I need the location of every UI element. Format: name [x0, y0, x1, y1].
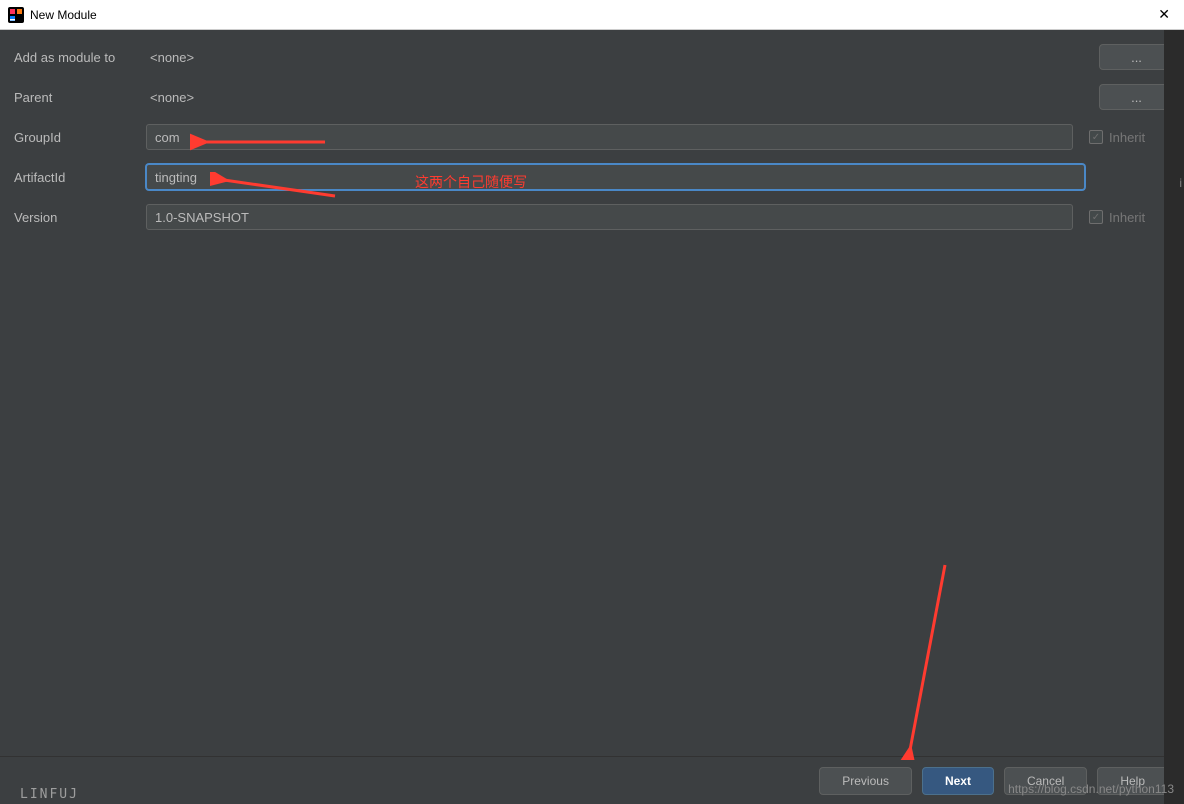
version-input[interactable]	[146, 204, 1073, 230]
version-inherit-label: Inherit	[1109, 210, 1145, 225]
dialog-body: Add as module to <none> ... Parent <none…	[0, 30, 1184, 756]
groupid-inherit-label: Inherit	[1109, 130, 1145, 145]
browse-parent-button[interactable]: ...	[1099, 84, 1174, 110]
row-add-as-module: Add as module to <none> ...	[14, 44, 1174, 70]
close-icon[interactable]: ✕	[1152, 4, 1176, 25]
version-inherit-group: ✓ Inherit	[1089, 210, 1174, 225]
groupid-input[interactable]	[146, 124, 1073, 150]
add-as-module-value: <none>	[146, 50, 1095, 65]
groupid-inherit-checkbox[interactable]: ✓	[1089, 130, 1103, 144]
groupid-label: GroupId	[14, 130, 142, 145]
add-as-module-label: Add as module to	[14, 50, 142, 65]
next-button[interactable]: Next	[922, 767, 994, 795]
bottom-strip-text: LINFUJ	[20, 787, 79, 802]
row-parent: Parent <none> ...	[14, 84, 1174, 110]
title-left: New Module	[8, 7, 97, 23]
artifactid-input[interactable]	[146, 164, 1085, 190]
dialog-footer: Previous Next Cancel Help	[0, 756, 1184, 804]
previous-button[interactable]: Previous	[819, 767, 912, 795]
version-inherit-checkbox[interactable]: ✓	[1089, 210, 1103, 224]
browse-add-module-button[interactable]: ...	[1099, 44, 1174, 70]
annotation-text: 这两个自己随便写	[415, 172, 527, 192]
title-bar: New Module ✕	[0, 0, 1184, 30]
window-title: New Module	[30, 8, 97, 22]
parent-label: Parent	[14, 90, 142, 105]
watermark: https://blog.csdn.net/python113	[1008, 782, 1174, 796]
parent-value: <none>	[146, 90, 1095, 105]
row-artifactid: ArtifactId	[14, 164, 1174, 190]
artifactid-label: ArtifactId	[14, 170, 142, 185]
version-label: Version	[14, 210, 142, 225]
row-groupid: GroupId ✓ Inherit	[14, 124, 1174, 150]
right-strip	[1164, 30, 1184, 804]
right-badge: i	[1179, 176, 1182, 190]
row-version: Version ✓ Inherit	[14, 204, 1174, 230]
intellij-icon	[8, 7, 24, 23]
groupid-inherit-group: ✓ Inherit	[1089, 130, 1174, 145]
